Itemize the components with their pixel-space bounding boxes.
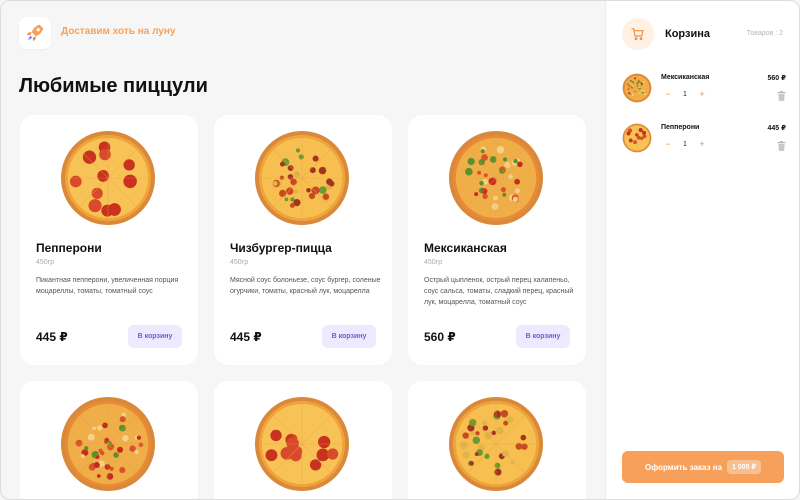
product-card[interactable] (20, 381, 198, 499)
cart-item-thumbnail (622, 73, 652, 103)
brand-tagline: Доставим хоть на луну (61, 26, 176, 37)
add-to-cart-button[interactable]: В корзину (322, 325, 376, 348)
decrease-quantity-button[interactable]: − (661, 137, 675, 151)
product-description: Мясной соус болоньезе, соус бургер, соле… (230, 277, 381, 295)
cart-item: Пепперони 445 ₽ − 1 + (622, 123, 786, 163)
quantity-value: 1 (683, 140, 687, 148)
cart-item-thumbnail (622, 123, 652, 153)
product-price: 445 ₽ (230, 330, 262, 344)
checkout-label: Оформить заказ на (645, 462, 723, 472)
cart-sidebar: Корзина Товаров : 2 Мексиканская 560 ₽ −… (605, 1, 799, 499)
product-description: Острый цыпленок, острый перец халапеньо,… (424, 277, 574, 306)
app-frame: Доставим хоть на луну Любимые пиццули Пе… (0, 0, 800, 500)
quantity-stepper: − 1 + (661, 137, 709, 151)
product-price: 560 ₽ (424, 330, 456, 344)
product-weight: 450гр (230, 259, 249, 266)
product-price: 445 ₽ (36, 330, 68, 344)
cart-item-price: 560 ₽ (767, 75, 787, 82)
increase-quantity-button[interactable]: + (695, 87, 709, 101)
product-card[interactable] (408, 381, 586, 499)
cart-item-count: Товаров : 2 (746, 30, 783, 37)
cart-title: Корзина (665, 28, 710, 40)
pizza-image (60, 396, 156, 492)
pizza-image (254, 130, 350, 226)
product-weight: 450гр (36, 259, 55, 266)
product-card[interactable]: Чизбургер-пицца 450гр Мясной соус болонь… (214, 115, 392, 365)
cart-icon-badge (622, 18, 654, 50)
cart-item-name: Мексиканская (661, 74, 710, 81)
pizza-image (254, 396, 350, 492)
product-card[interactable]: Мексиканская 450гр Острый цыпленок, остр… (408, 115, 586, 365)
cart-item: Мексиканская 560 ₽ − 1 + (622, 73, 786, 113)
product-name: Пепперони (36, 241, 102, 255)
add-to-cart-button[interactable]: В корзину (128, 325, 182, 348)
page-title: Любимые пиццули (19, 75, 208, 97)
product-name: Чизбургер-пицца (230, 241, 332, 255)
cart-icon (631, 28, 644, 41)
pizza-image (448, 130, 544, 226)
product-grid: Пепперони 450гр Пикантная пепперони, уве… (20, 115, 587, 499)
decrease-quantity-button[interactable]: − (661, 87, 675, 101)
increase-quantity-button[interactable]: + (695, 137, 709, 151)
quantity-stepper: − 1 + (661, 87, 709, 101)
product-card[interactable]: Пепперони 450гр Пикантная пепперони, уве… (20, 115, 198, 365)
product-card[interactable] (214, 381, 392, 499)
checkout-total: 1 005 ₽ (727, 460, 761, 474)
pizza-image (448, 396, 544, 492)
logo[interactable] (19, 17, 51, 49)
cart-item-price: 445 ₽ (767, 125, 787, 132)
add-to-cart-button[interactable]: В корзину (516, 325, 570, 348)
quantity-value: 1 (683, 90, 687, 98)
trash-icon[interactable] (777, 91, 786, 101)
product-name: Мексиканская (424, 241, 507, 255)
pizza-image (60, 130, 156, 226)
product-description: Пикантная пепперони, увеличенная порция … (36, 277, 179, 295)
cart-item-name: Пепперони (661, 124, 700, 131)
product-weight: 450гр (424, 259, 443, 266)
checkout-button[interactable]: Оформить заказ на 1 005 ₽ (622, 451, 784, 483)
rocket-icon (26, 24, 44, 42)
trash-icon[interactable] (777, 141, 786, 151)
